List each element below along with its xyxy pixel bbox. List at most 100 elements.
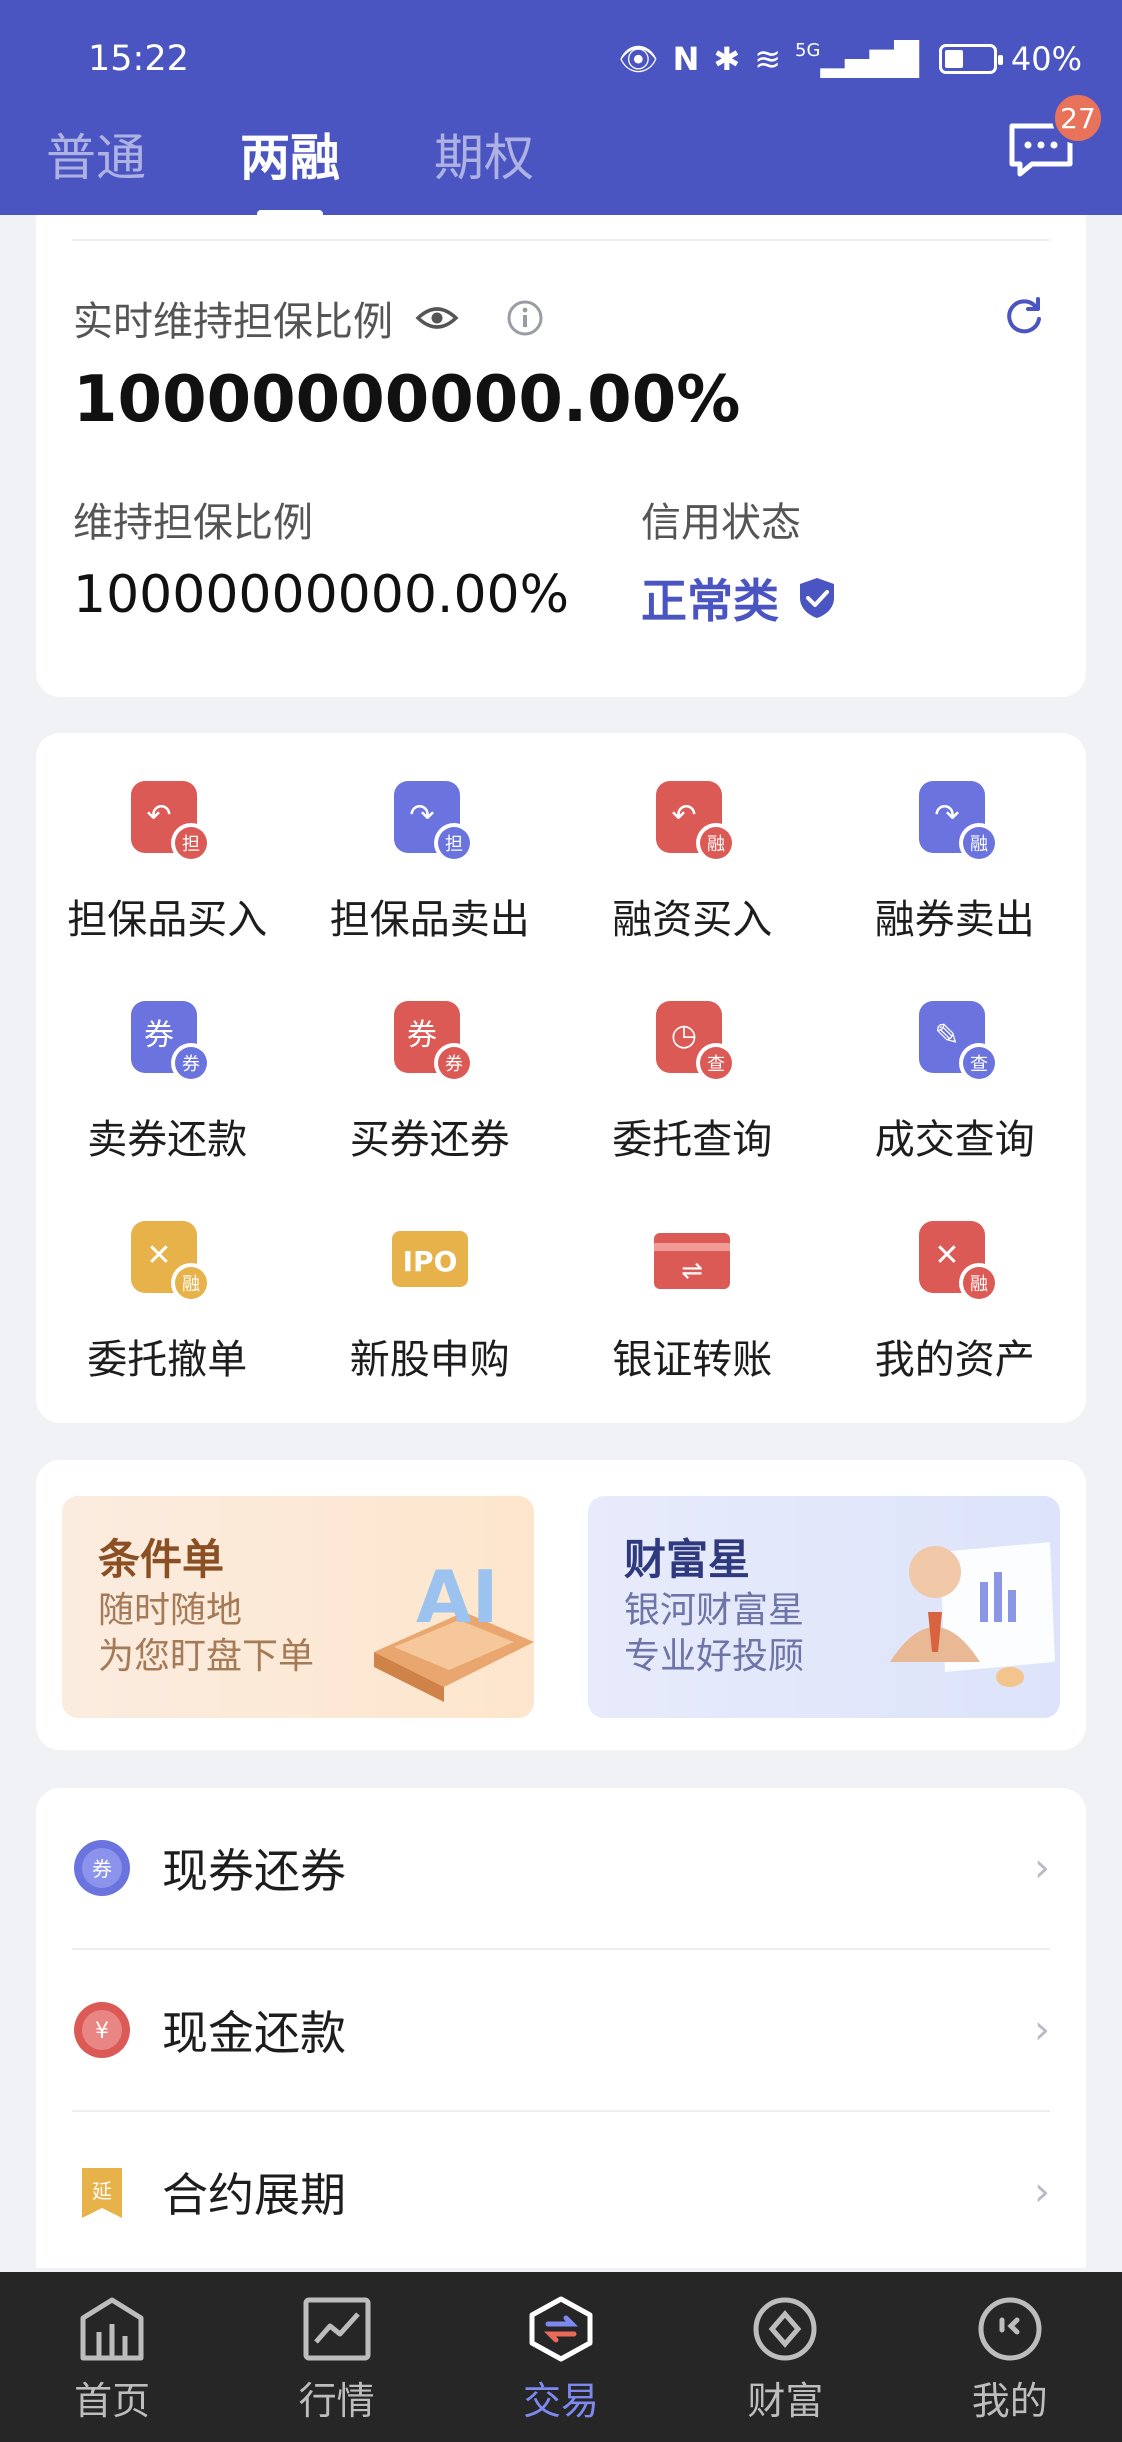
- function-label: 买券还券: [349, 1117, 510, 1163]
- eye-icon: 👁: [618, 40, 659, 78]
- realtime-ratio-value: 10000000000.00%: [73, 363, 741, 437]
- svg-text:⇌: ⇌: [681, 1256, 703, 1286]
- wifi-icon: ≋: [754, 40, 782, 78]
- row-icon-char: ¥: [95, 2019, 109, 2044]
- svg-text:↶: ↶: [672, 798, 697, 833]
- banner-title: 财富星: [624, 1535, 751, 1584]
- svg-text:券: 券: [445, 1054, 463, 1075]
- nav-market[interactable]: 行情: [262, 2296, 412, 2425]
- function-item-0[interactable]: ↶ 担担保品买入: [36, 773, 299, 953]
- bottom-nav: 首页 行情 交易 财富 我的: [0, 2272, 1122, 2442]
- function-label: 银证转账: [612, 1337, 773, 1383]
- battery-percent: 40%: [1010, 40, 1082, 78]
- svg-text:↷: ↷: [409, 798, 434, 833]
- banner-wealth-star[interactable]: 财富星 银河财富星 专业好投顾: [588, 1496, 1060, 1718]
- svg-text:券: 券: [182, 1054, 200, 1075]
- svg-text:✎: ✎: [934, 1018, 959, 1053]
- chevron-right-icon: ›: [1034, 2007, 1050, 2053]
- trade-icon: [529, 2296, 593, 2362]
- function-label: 成交查询: [874, 1117, 1035, 1163]
- banner-subtitle: 银河财富星 专业好投顾: [624, 1588, 804, 1680]
- svg-text:↶: ↶: [147, 798, 172, 833]
- eye-toggle-icon[interactable]: [415, 303, 459, 333]
- buy-return-icon: 券 券: [393, 1001, 474, 1083]
- banner-line2: 专业好投顾: [624, 1636, 805, 1677]
- nav-home[interactable]: 首页: [37, 2296, 187, 2425]
- tab-normal[interactable]: 普通: [46, 118, 146, 218]
- nav-label: 首页: [74, 2379, 151, 2423]
- function-item-10[interactable]: ⇌ 银证转账: [561, 1213, 824, 1393]
- svg-text:担: 担: [445, 834, 463, 855]
- trade-query-icon: ✎ 查: [918, 1001, 999, 1083]
- banner-conditional-order[interactable]: 条件单 随时随地 为您盯盘下单 AI: [62, 1496, 534, 1718]
- svg-text:↷: ↷: [934, 798, 959, 833]
- nav-label: 我的: [971, 2379, 1048, 2423]
- bank-transfer-icon: ⇌: [654, 1233, 731, 1289]
- extend-icon: 延: [82, 2168, 122, 2218]
- banner-line1: 银河财富星: [624, 1590, 805, 1631]
- cash-repay-icon: ¥: [74, 2002, 130, 2058]
- list-item-stock-return[interactable]: 券 现券还券 ›: [72, 1788, 1050, 1950]
- function-item-1[interactable]: ↷ 担担保品卖出: [299, 773, 562, 953]
- ai-art-label: AI: [416, 1555, 499, 1639]
- function-item-2[interactable]: ↶ 融融资买入: [561, 773, 824, 953]
- svg-text:融: 融: [182, 1274, 200, 1295]
- realtime-ratio-label: 实时维持担保比例: [73, 299, 393, 345]
- function-item-7[interactable]: ✎ 查成交查询: [824, 993, 1087, 1173]
- function-item-9[interactable]: IPO 新股申购: [299, 1213, 562, 1393]
- signal-icon: 5G▂▄▆█: [795, 40, 919, 78]
- function-item-5[interactable]: 券 券买券还券: [299, 993, 562, 1173]
- row-icon-char: 券: [92, 1857, 112, 1881]
- svg-text:担: 担: [182, 834, 200, 855]
- svg-text:✕: ✕: [934, 1238, 959, 1273]
- function-item-3[interactable]: ↷ 融融券卖出: [824, 773, 1087, 953]
- function-item-4[interactable]: 券 券卖券还款: [36, 993, 299, 1173]
- svg-text:券: 券: [407, 1018, 437, 1053]
- realtime-ratio-label-row: 实时维持担保比例: [73, 289, 545, 347]
- svg-text:查: 查: [970, 1054, 988, 1075]
- nav-label: 行情: [298, 2379, 375, 2423]
- function-label: 卖券还款: [87, 1117, 248, 1163]
- nav-trade[interactable]: 交易: [486, 2296, 636, 2425]
- nav-wealth[interactable]: 财富: [710, 2296, 860, 2425]
- row-icon-char: 延: [92, 2179, 112, 2203]
- list-item-label: 现券还券: [162, 1844, 346, 1898]
- margin-buy-icon: ↶ 融: [656, 781, 737, 863]
- tab-options[interactable]: 期权: [434, 118, 534, 218]
- info-icon[interactable]: [505, 298, 545, 338]
- promo-card: 条件单 随时随地 为您盯盘下单 AI 财富星 银河财富星 专业好投顾: [36, 1460, 1086, 1750]
- svg-text:IPO: IPO: [402, 1245, 457, 1278]
- nav-label: 财富: [747, 2379, 824, 2423]
- function-label: 委托撤单: [87, 1337, 248, 1383]
- cancel-order-icon: ✕ 融: [131, 1221, 212, 1303]
- function-grid: ↶ 担担保品买入 ↷ 担担保品卖出 ↶ 融融资买入 ↷ 融 融券卖出 券 券 卖…: [36, 773, 1086, 1393]
- app-header: 15:22 👁 N ✱ ≋ 5G▂▄▆█ 40% 普通 两融 期权 27: [0, 0, 1122, 215]
- maintain-ratio-value: 10000000000.00%: [73, 565, 570, 625]
- function-label: 我的资产: [874, 1337, 1035, 1383]
- refresh-icon[interactable]: [1002, 295, 1046, 339]
- list-item-label: 现金还款: [162, 2006, 346, 2060]
- account-tabs: 普通 两融 期权: [46, 118, 534, 218]
- status-icons: 👁 N ✱ ≋ 5G▂▄▆█ 40%: [618, 40, 1082, 78]
- battery-icon: [938, 44, 1003, 74]
- chart-icon: [303, 2297, 371, 2361]
- list-item-contract-extend[interactable]: 延 合约展期 ›: [72, 2112, 1050, 2274]
- function-item-8[interactable]: ✕ 融委托撤单: [36, 1213, 299, 1393]
- function-label: 融券卖出: [874, 897, 1035, 943]
- home-icon: [80, 2297, 144, 2361]
- credit-status: 正常类: [641, 565, 837, 631]
- repay-list-card: 券 现券还券 › ¥ 现金还款 › 延 合约展期 ›: [36, 1788, 1086, 2274]
- maintain-ratio-label: 维持担保比例: [73, 500, 313, 546]
- function-label: 委托查询: [612, 1117, 773, 1163]
- collateral-buy-icon: ↶ 担: [131, 781, 212, 863]
- shield-check-icon: [800, 578, 834, 618]
- banner-title: 条件单: [98, 1535, 225, 1584]
- divider: [72, 239, 1050, 241]
- svg-text:融: 融: [707, 834, 725, 855]
- function-item-6[interactable]: ◷ 查委托查询: [561, 993, 824, 1173]
- nav-mine[interactable]: 我的: [935, 2296, 1085, 2425]
- tab-margin[interactable]: 两融: [240, 118, 340, 218]
- function-item-11[interactable]: ✕ 融我的资产: [824, 1213, 1087, 1393]
- list-item-cash-repay[interactable]: ¥ 现金还款 ›: [72, 1950, 1050, 2112]
- banner-line1: 随时随地: [98, 1590, 243, 1631]
